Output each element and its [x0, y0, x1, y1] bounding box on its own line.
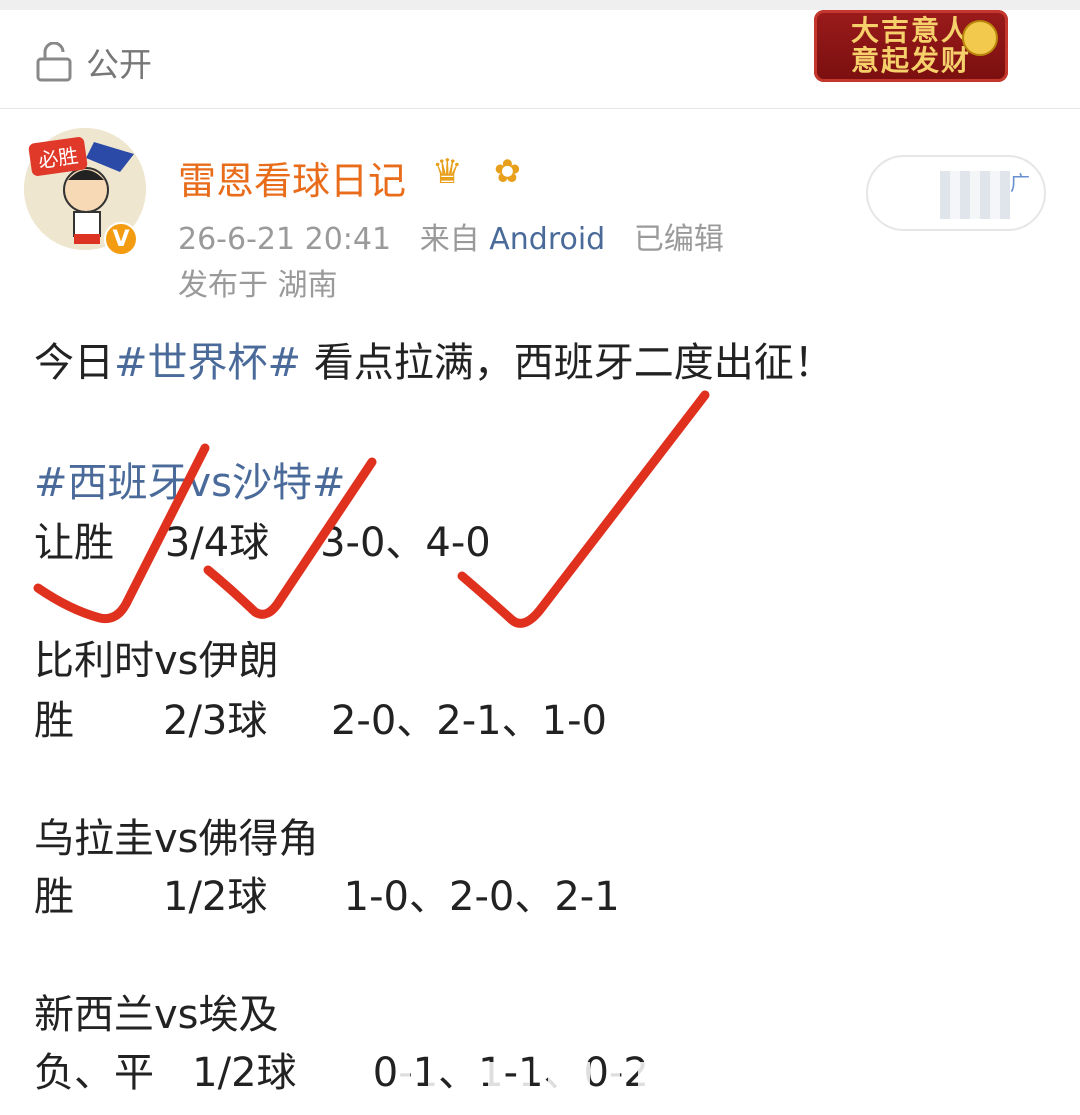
- verified-badge-icon: V: [104, 222, 138, 256]
- blurred-follow-content: [940, 171, 1010, 219]
- match3-title: 乌拉圭vs佛得角: [34, 816, 319, 862]
- festival-banner[interactable]: 大吉意人 意起发财: [814, 10, 1008, 82]
- match3-prediction: 胜 1/2球 1-0、2-0、2-1: [34, 874, 620, 920]
- bottom-fade-overlay: [380, 1062, 710, 1115]
- check-mark-3: [457, 390, 710, 628]
- coin-icon: [962, 20, 998, 56]
- location: 发布于 湖南: [178, 268, 338, 303]
- top-band: [0, 0, 1080, 10]
- ad-label: 广: [1010, 171, 1030, 195]
- source-os: Android: [489, 222, 606, 257]
- match4-title: 新西兰vs埃及: [34, 992, 279, 1038]
- timestamp: 26-6-21 20:41: [178, 222, 392, 257]
- intro-before: 今日: [34, 340, 114, 386]
- intro-after: 看点拉满，西班牙二度出征！: [301, 340, 834, 386]
- hashtag-spain-saudi[interactable]: #西班牙vs沙特#: [34, 450, 346, 508]
- visibility-indicator[interactable]: 公开: [36, 38, 152, 86]
- username[interactable]: 雷恩看球日记: [178, 150, 406, 205]
- unlock-icon: [36, 42, 72, 82]
- visibility-label: 公开: [86, 45, 152, 84]
- source-prefix: 来自: [419, 222, 480, 257]
- post-meta: 26-6-21 20:41 来自 Android 已编辑: [178, 214, 724, 258]
- follow-button[interactable]: 广: [866, 155, 1046, 231]
- sunflower-icon: ✿: [494, 152, 521, 190]
- match1-prediction: 让胜 3/4球 3-0、4-0: [34, 520, 491, 566]
- match2-title: 比利时vs伊朗: [34, 638, 279, 684]
- edited-label[interactable]: 已编辑: [634, 222, 724, 257]
- crown-icon[interactable]: ♛: [432, 152, 462, 192]
- hashtag-worldcup[interactable]: #世界杯#: [114, 340, 301, 386]
- post-intro: 今日#世界杯# 看点拉满，西班牙二度出征！: [34, 330, 834, 388]
- match2-prediction: 胜 2/3球 2-0、2-1、1-0: [34, 698, 607, 744]
